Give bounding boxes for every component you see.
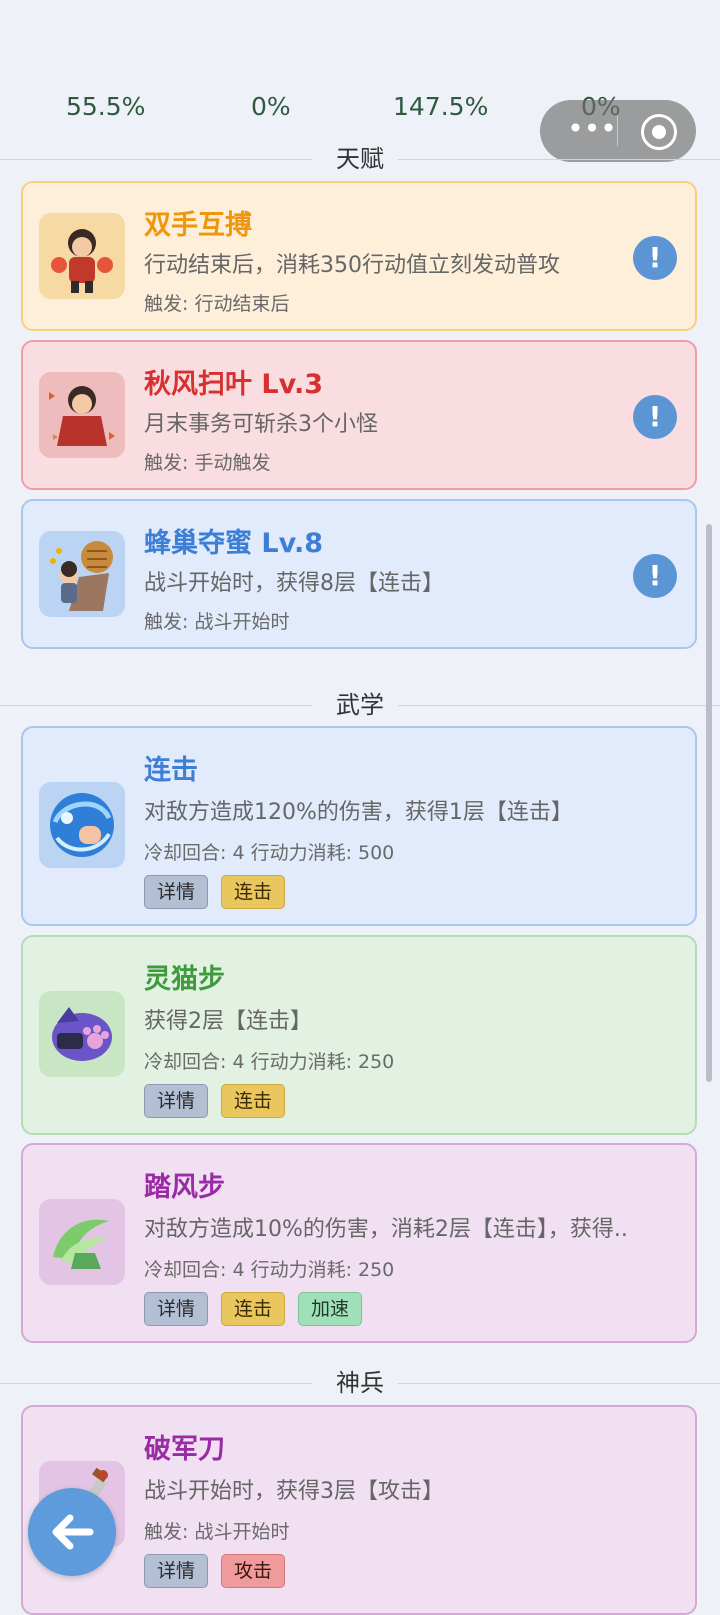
talent-title: 秋风扫叶 Lv.3 bbox=[144, 369, 324, 400]
autumn-wind-avatar-icon bbox=[39, 372, 125, 458]
arrow-left-icon bbox=[52, 1514, 94, 1550]
skill-title: 连击 bbox=[144, 755, 198, 786]
tag-detail[interactable]: 详情 bbox=[144, 1554, 209, 1588]
back-button[interactable] bbox=[28, 1488, 116, 1576]
info-button[interactable]: ! bbox=[633, 395, 677, 439]
info-button[interactable]: ! bbox=[633, 554, 677, 598]
talent-card-beehive[interactable]: 蜂巢夺蜜 Lv.8 战斗开始时，获得8层【连击】 触发: 战斗开始时 ! bbox=[21, 499, 697, 649]
talent-description: 月末事务可斩杀3个小怪 bbox=[144, 412, 378, 437]
talent-trigger: 触发: 战斗开始时 bbox=[144, 611, 290, 633]
talent-title: 蜂巢夺蜜 Lv.8 bbox=[144, 528, 324, 559]
stat-value-1: 55.5% bbox=[66, 92, 146, 121]
weapon-trigger: 触发: 战斗开始时 bbox=[144, 1521, 290, 1543]
skill-description: 对敌方造成120%的伤害，获得1层【连击】 bbox=[144, 800, 573, 825]
tag-detail[interactable]: 详情 bbox=[144, 1292, 209, 1326]
tag-detail[interactable]: 详情 bbox=[144, 1084, 209, 1118]
skill-description: 对敌方造成10%的伤害，消耗2层【连击】，获得.. bbox=[144, 1217, 628, 1242]
skill-meta: 冷却回合: 4 行动力消耗: 250 bbox=[144, 1051, 395, 1073]
section-divider-talent: 天赋 bbox=[0, 142, 720, 176]
tag-detail[interactable]: 详情 bbox=[144, 875, 209, 909]
wind-boot-icon bbox=[39, 1199, 125, 1285]
stat-value-3: 147.5% bbox=[393, 92, 489, 121]
scrollbar[interactable] bbox=[706, 524, 712, 1082]
skill-card-combo[interactable]: 连击 对敌方造成120%的伤害，获得1层【连击】 冷却回合: 4 行动力消耗: … bbox=[21, 726, 697, 926]
cat-paw-icon bbox=[39, 991, 125, 1077]
weapon-description: 战斗开始时，获得3层【攻击】 bbox=[144, 1479, 444, 1504]
beehive-avatar-icon bbox=[39, 531, 125, 617]
tag-speed[interactable]: 加速 bbox=[298, 1292, 363, 1326]
skill-card-wind-step[interactable]: 踏风步 对敌方造成10%的伤害，消耗2层【连击】，获得.. 冷却回合: 4 行动… bbox=[21, 1143, 697, 1343]
talent-title: 双手互搏 bbox=[144, 210, 252, 241]
tag-combo[interactable]: 连击 bbox=[221, 875, 286, 909]
talent-card-autumn-wind[interactable]: 秋风扫叶 Lv.3 月末事务可斩杀3个小怪 触发: 手动触发 ! bbox=[21, 340, 697, 490]
tag-combo[interactable]: 连击 bbox=[221, 1084, 286, 1118]
skill-card-cat-step[interactable]: 灵猫步 获得2层【连击】 冷却回合: 4 行动力消耗: 250 详情 连击 bbox=[21, 935, 697, 1135]
skill-title: 灵猫步 bbox=[144, 964, 225, 995]
info-button[interactable]: ! bbox=[633, 236, 677, 280]
skill-meta: 冷却回合: 4 行动力消耗: 500 bbox=[144, 842, 395, 864]
skill-title: 踏风步 bbox=[144, 1172, 225, 1203]
section-title-martial: 武学 bbox=[322, 691, 398, 719]
section-title-talent: 天赋 bbox=[322, 145, 398, 173]
skill-meta: 冷却回合: 4 行动力消耗: 250 bbox=[144, 1259, 395, 1281]
tag-attack[interactable]: 攻击 bbox=[221, 1554, 286, 1588]
tag-combo[interactable]: 连击 bbox=[221, 1292, 286, 1326]
stat-value-2: 0% bbox=[251, 92, 291, 121]
weapon-card-blade[interactable]: 破军刀 战斗开始时，获得3层【攻击】 触发: 战斗开始时 详情 攻击 bbox=[21, 1405, 697, 1615]
dual-hands-avatar-icon bbox=[39, 213, 125, 299]
weapon-title: 破军刀 bbox=[144, 1434, 225, 1465]
skill-description: 获得2层【连击】 bbox=[144, 1009, 312, 1034]
talent-card-dual-hands[interactable]: 双手互搏 行动结束后，消耗350行动值立刻发动普攻 触发: 行动结束后 ! bbox=[21, 181, 697, 331]
section-divider-weapon: 神兵 bbox=[0, 1366, 720, 1400]
talent-description: 行动结束后，消耗350行动值立刻发动普攻 bbox=[144, 253, 560, 278]
section-divider-martial: 武学 bbox=[0, 688, 720, 722]
talent-trigger: 触发: 手动触发 bbox=[144, 452, 271, 474]
talent-trigger: 触发: 行动结束后 bbox=[144, 293, 290, 315]
fist-water-icon bbox=[39, 782, 125, 868]
talent-description: 战斗开始时，获得8层【连击】 bbox=[144, 571, 444, 596]
section-title-weapon: 神兵 bbox=[322, 1369, 398, 1397]
